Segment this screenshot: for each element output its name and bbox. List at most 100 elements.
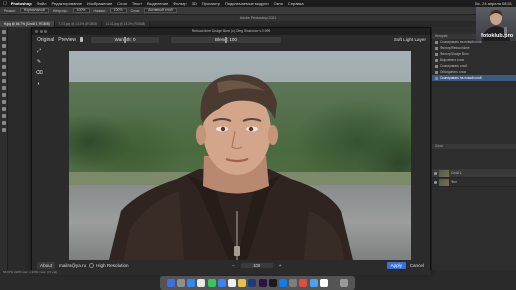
marquee-tool-icon[interactable] (2, 37, 6, 41)
brush-icon[interactable]: ✎ (36, 59, 42, 65)
finder-icon[interactable] (166, 279, 175, 287)
close-window-icon[interactable] (35, 30, 38, 33)
preview-toggle[interactable] (80, 37, 84, 42)
photoshop-icon[interactable] (248, 279, 257, 287)
ear-right (268, 125, 278, 145)
zoom-control: − 100 + (232, 263, 281, 268)
menubar-app-name[interactable]: Photoshop (11, 1, 32, 6)
menu-view[interactable]: Просмотр (202, 1, 220, 6)
notes-icon[interactable] (238, 279, 247, 287)
zoom-out-button[interactable]: − (232, 263, 235, 268)
opacity-input[interactable]: 100% (72, 8, 90, 13)
eraser-icon[interactable]: ⌫ (35, 70, 42, 76)
brush-tool-icon[interactable] (2, 79, 6, 83)
menu-layers[interactable]: Слои (117, 1, 127, 6)
zoom-value[interactable]: 100 (240, 263, 273, 268)
menu-edit[interactable]: Редактирование (51, 1, 81, 6)
telegram-icon[interactable] (309, 279, 318, 287)
high-resolution-checkbox[interactable] (89, 263, 95, 268)
pressure-input[interactable]: 100% (109, 8, 127, 13)
cancel-button[interactable]: Cancel (407, 262, 427, 269)
downloads-folder-icon[interactable] (329, 279, 338, 287)
magic-wand-icon[interactable] (2, 51, 6, 55)
photos-icon[interactable] (319, 279, 328, 287)
mode-label: Режим: (4, 8, 16, 13)
ps-toolbar (0, 27, 8, 270)
apply-button[interactable]: Apply (386, 262, 406, 269)
menu-help[interactable]: Справка (288, 1, 304, 6)
zoom-in-button[interactable]: + (279, 263, 282, 268)
plugin-titlebar: Retouch4me Dodge Burn (c) Oleg Sharonov … (32, 28, 430, 35)
preview-image[interactable] (69, 51, 411, 260)
history-brush-icon[interactable] (2, 93, 6, 97)
soft-light-layer-option[interactable]: Soft Light Layer (394, 37, 426, 42)
menu-3d[interactable]: 3D (192, 1, 197, 6)
opacity-label: Непрозр.: (52, 8, 69, 13)
mail-icon[interactable] (217, 279, 226, 287)
terminal-icon[interactable] (268, 279, 277, 287)
email-field: mailrs@ya.ru (59, 263, 87, 268)
iris-left (220, 126, 226, 132)
plugin-controls: Original Preview Warmth: 0 Blend: 100 So… (32, 35, 430, 44)
menu-plugins[interactable]: Подключаемые модули (225, 1, 269, 6)
menu-image[interactable]: Изображение (87, 1, 112, 6)
trash-icon[interactable] (340, 279, 349, 287)
history-step-icon (435, 58, 438, 62)
dodge-tool-icon[interactable] (2, 114, 6, 118)
history-item-selected[interactable]: Скопировать на новый слой (432, 75, 516, 81)
preview-button[interactable]: Preview (58, 37, 76, 43)
eyedropper-icon[interactable] (2, 65, 6, 69)
right-panels: История Скопировать на новый слой Фильтр… (431, 27, 516, 270)
chrome-icon[interactable] (197, 279, 206, 287)
stamp-tool-icon[interactable] (2, 86, 6, 90)
gradient-tool-icon[interactable] (2, 107, 6, 111)
pen-tool-icon[interactable] (2, 121, 6, 125)
zoom-window-icon[interactable] (44, 30, 47, 33)
menu-select[interactable]: Выделение (147, 1, 168, 6)
high-resolution-label: High Resolution (96, 263, 129, 268)
settings-icon[interactable] (289, 279, 298, 287)
apple-icon[interactable]:  (3, 1, 7, 7)
history-item-label: Фильтр/Dodge Burn (440, 52, 469, 56)
layer-name: Слой 1 (451, 171, 462, 175)
ear-left (196, 125, 206, 145)
menu-type[interactable]: Текст (132, 1, 142, 6)
music-icon[interactable] (299, 279, 308, 287)
original-button[interactable]: Original (37, 37, 54, 43)
messages-icon[interactable] (207, 279, 216, 287)
menu-filter[interactable]: Фильтр (173, 1, 186, 6)
move-tool-icon[interactable] (2, 30, 6, 34)
layer-row[interactable]: Фон (432, 178, 516, 187)
menu-file[interactable]: Файл (37, 1, 47, 6)
warmth-slider[interactable]: Warmth: 0 (91, 36, 160, 43)
premiere-icon[interactable] (258, 279, 267, 287)
history-step-icon (435, 46, 438, 50)
minimize-window-icon[interactable] (39, 30, 43, 33)
expand-icon[interactable]: ⤢ (36, 48, 42, 54)
text-tool-icon[interactable] (2, 128, 6, 132)
blend-slider[interactable]: Blend: 100 (171, 36, 281, 43)
mask-icon[interactable]: ◐ (36, 81, 42, 87)
layers-options-area (432, 149, 516, 169)
calendar-icon[interactable] (228, 279, 237, 287)
warmth-slider-knob[interactable] (124, 36, 127, 43)
visibility-eye-icon[interactable] (434, 171, 437, 175)
sample-select[interactable]: Активный слой (144, 8, 177, 13)
plugin-tools: ⤢ ✎ ⌫ ◐ (35, 48, 44, 92)
lasso-tool-icon[interactable] (2, 44, 6, 48)
appstore-icon[interactable] (278, 279, 287, 287)
mode-select[interactable]: Нормальный (19, 8, 49, 13)
about-button[interactable]: About (37, 262, 56, 269)
menu-window[interactable]: Окно (274, 1, 283, 6)
history-step-icon (435, 64, 438, 68)
launchpad-icon[interactable] (177, 279, 186, 287)
blend-slider-knob[interactable] (225, 36, 227, 43)
safari-icon[interactable] (187, 279, 196, 287)
visibility-eye-icon[interactable] (434, 180, 437, 184)
layer-row[interactable]: Слой 1 (432, 169, 516, 178)
menubar-clock: Вс, 24 апреля 08:31 (475, 1, 512, 6)
sample-label: Слои: (130, 8, 141, 13)
eraser-tool-icon[interactable] (2, 100, 6, 104)
crop-tool-icon[interactable] (2, 58, 6, 62)
healing-brush-icon[interactable] (2, 72, 6, 76)
